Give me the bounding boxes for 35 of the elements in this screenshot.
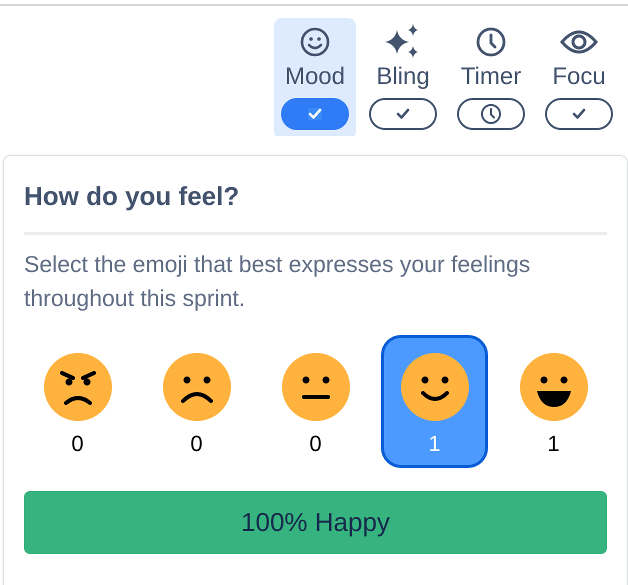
check-icon [308,108,322,120]
toggle-switch[interactable] [457,98,525,130]
vote-count: 0 [190,431,203,457]
angry-face-icon [44,353,112,421]
tab-label: Focu [552,62,606,92]
toolbar-tab[interactable]: Focu [538,18,620,136]
vote-count: 1 [428,431,441,457]
neutral-face-icon [282,353,350,421]
sad-face-icon [162,353,230,421]
grin-face-icon [520,353,588,421]
result-button[interactable]: 100% Happy [24,491,607,554]
toolbar-tab[interactable]: Bling [362,18,444,136]
check-icon [396,108,410,120]
vote-count: 1 [547,431,560,457]
toggle-switch[interactable] [281,98,349,130]
vote-count: 0 [71,431,84,457]
popup-title: How do you feel? [24,180,240,212]
emoji-option[interactable]: 1 [500,335,607,468]
tab-label: Bling [376,62,430,92]
toggle-switch[interactable] [369,98,437,130]
tab-label: Mood [284,62,346,92]
emoji-option[interactable]: 0 [262,335,369,468]
clock-icon [475,26,507,58]
toggle-switch[interactable] [545,98,613,130]
check-icon [572,108,586,120]
smile-face-icon [400,353,468,421]
toolbar-tab[interactable]: Mood [274,18,356,136]
vote-count: 0 [309,431,322,457]
smiley-icon [299,26,331,58]
toolbar-tab[interactable]: Timer [450,18,532,136]
tab-label: Timer [460,62,522,92]
popup-description: Select the emoji that best expresses your feelings throughout this sprint. [24,250,532,313]
emoji-option[interactable]: 0 [24,335,131,468]
clock-icon [480,103,502,125]
emoji-option[interactable]: 0 [143,335,250,468]
